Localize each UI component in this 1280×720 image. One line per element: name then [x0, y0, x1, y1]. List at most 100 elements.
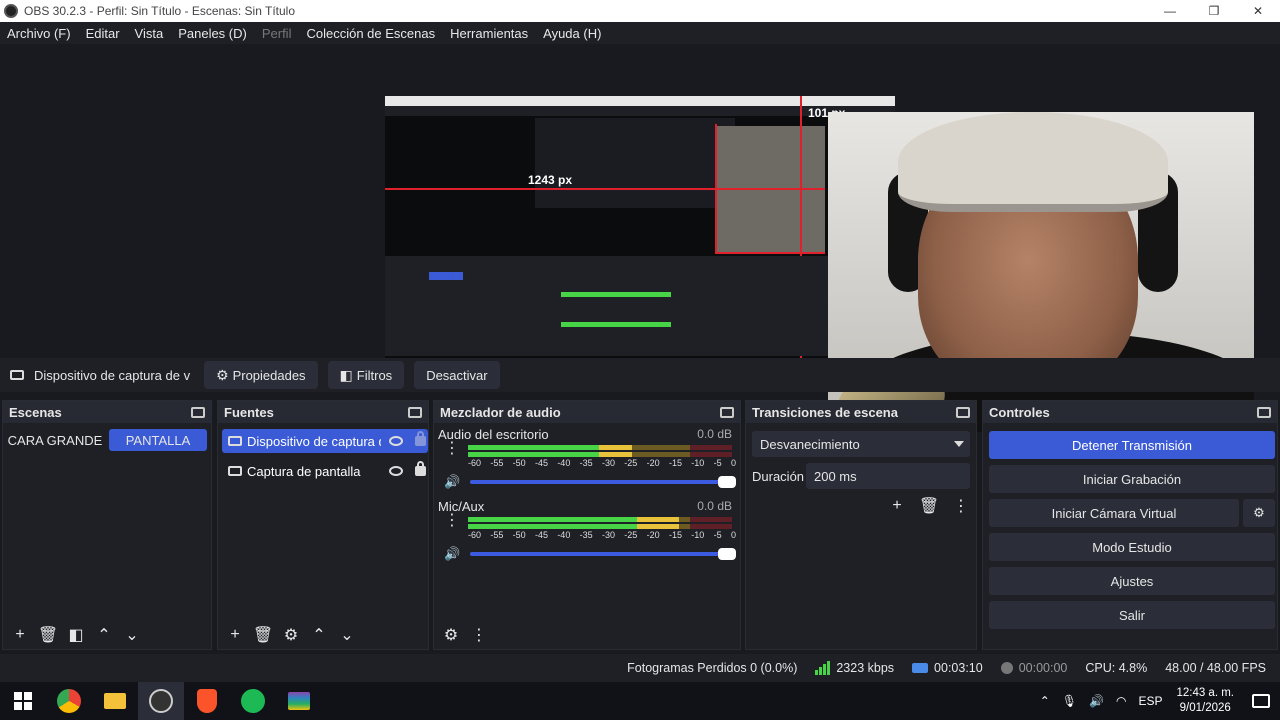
record-dot-icon — [1000, 662, 1013, 674]
speaker-icon[interactable]: 🔊 — [444, 474, 460, 489]
close-button[interactable]: ✕ — [1236, 0, 1280, 22]
menu-scene-collection[interactable]: Colección de Escenas — [306, 26, 435, 41]
menu-view[interactable]: Vista — [135, 26, 164, 41]
move-down-icon[interactable]: ⌄ — [121, 624, 143, 646]
transition-menu-icon[interactable]: ⋮ — [950, 495, 972, 517]
restore-button[interactable]: ❐ — [1192, 0, 1236, 22]
taskbar-file-explorer[interactable] — [92, 682, 138, 720]
undock-icon[interactable] — [408, 406, 422, 418]
level-fill — [468, 445, 632, 450]
settings-button[interactable]: Ajustes — [989, 567, 1275, 595]
mixer-menu-icon[interactable]: ⋮ — [468, 624, 490, 646]
move-down-icon[interactable]: ⌄ — [336, 624, 358, 646]
stop-streaming-button[interactable]: Detener Transmisión — [989, 431, 1275, 459]
meter-tick-label: -60 — [468, 530, 482, 540]
undock-icon[interactable] — [720, 406, 734, 418]
mixer-track-desktop: Audio del escritorio 0.0 dB ⋮ -60 -55 -50-… — [438, 427, 736, 497]
move-up-icon[interactable]: ⌃ — [93, 624, 115, 646]
taskbar-obs[interactable] — [138, 682, 184, 720]
properties-button[interactable]: ⚙ Propiedades — [204, 361, 318, 389]
gear-icon: ⚙ — [216, 366, 229, 383]
scene-filters-icon[interactable]: ◧ — [65, 624, 87, 646]
clock[interactable]: 12:43 a. m. 9/01/2026 — [1176, 686, 1234, 716]
meter-tick-label: -45 — [534, 530, 548, 540]
language-indicator[interactable]: ESP — [1138, 694, 1162, 708]
stream-time: 00:03:10 — [934, 661, 983, 675]
filters-button[interactable]: ◧ Filtros — [327, 361, 405, 389]
scene-pantalla[interactable]: PANTALLA — [109, 429, 207, 451]
undock-icon[interactable] — [191, 406, 205, 418]
meter-tick-label: -60 — [468, 458, 482, 468]
wifi-icon[interactable]: ◠ — [1116, 694, 1126, 708]
start-virtual-camera-button[interactable]: Iniciar Cámara Virtual — [989, 499, 1239, 527]
menu-edit[interactable]: Editar — [86, 26, 120, 41]
preview-canvas[interactable]: 1243 px 101 px 499 — [385, 96, 895, 386]
mixer-header: Mezclador de audio — [434, 401, 740, 423]
deactivate-button[interactable]: Desactivar — [414, 361, 500, 389]
menu-help[interactable]: Ayuda (H) — [543, 26, 601, 41]
visibility-eye-icon[interactable] — [389, 436, 403, 446]
undock-icon[interactable] — [956, 406, 970, 418]
menu-profile[interactable]: Perfil — [262, 26, 292, 41]
trash-icon[interactable]: 🗑 — [918, 495, 940, 517]
advanced-audio-gear-icon[interactable]: ⚙ — [440, 624, 462, 646]
meter-tick-label: -10 — [691, 458, 705, 468]
properties-label: Propiedades — [232, 367, 306, 383]
meter-tick-label: -55 — [490, 530, 504, 540]
clock-time: 12:43 a. m. — [1176, 687, 1234, 699]
exit-button[interactable]: Salir — [989, 601, 1275, 629]
menu-tools[interactable]: Herramientas — [450, 26, 528, 41]
menu-docks[interactable]: Paneles (D) — [178, 26, 247, 41]
track-menu-icon[interactable]: ⋮ — [444, 513, 460, 537]
fps-status: 48.00 / 48.00 FPS — [1165, 661, 1266, 675]
lock-icon[interactable] — [415, 461, 426, 476]
meter-tick-label: -55 — [490, 458, 504, 468]
windows-logo-icon — [14, 692, 32, 710]
transitions-header: Transiciones de escena — [746, 401, 976, 423]
duration-spinbox[interactable]: 200 ms — [806, 463, 970, 489]
virtual-camera-gear-icon[interactable]: ⚙ — [1243, 499, 1275, 527]
trash-icon[interactable]: 🗑 — [252, 624, 274, 646]
chevron-up-icon[interactable]: ⌃ — [1040, 694, 1050, 708]
start-recording-button[interactable]: Iniciar Grabación — [989, 465, 1275, 493]
source-item-video-capture[interactable]: Dispositivo de captura de v — [222, 429, 428, 453]
start-button[interactable] — [0, 682, 46, 720]
source-item-screen-capture[interactable]: Captura de pantalla — [222, 459, 428, 483]
scene-cara-grande[interactable]: CARA GRANDE — [7, 429, 103, 451]
undock-icon[interactable] — [1257, 406, 1271, 418]
taskbar-winrar[interactable] — [276, 682, 322, 720]
duration-value: 200 ms — [814, 468, 857, 484]
notifications-icon[interactable] — [1252, 694, 1270, 708]
level-fill — [468, 452, 632, 457]
scenes-header: Escenas — [3, 401, 211, 423]
volume-slider[interactable] — [470, 476, 736, 488]
gear-icon[interactable]: ⚙ — [280, 624, 302, 646]
menu-file[interactable]: Archivo (F) — [7, 26, 71, 41]
trash-icon[interactable]: 🗑 — [37, 624, 59, 646]
taskbar-brave[interactable] — [184, 682, 230, 720]
add-transition-icon[interactable]: + — [886, 495, 908, 517]
microphone-icon[interactable]: 🎙 — [1062, 694, 1077, 708]
studio-mode-button[interactable]: Modo Estudio — [989, 533, 1275, 561]
add-scene-icon[interactable]: + — [9, 624, 31, 646]
volume-icon[interactable]: 🔊 — [1089, 694, 1104, 708]
speaker-icon[interactable]: 🔊 — [444, 546, 460, 561]
level-meter — [468, 445, 732, 450]
volume-slider[interactable] — [470, 548, 736, 560]
visibility-eye-icon[interactable] — [389, 466, 403, 476]
taskbar-spotify[interactable] — [230, 682, 276, 720]
lock-icon[interactable] — [415, 431, 426, 446]
deactivate-label: Desactivar — [426, 367, 488, 383]
move-up-icon[interactable]: ⌃ — [308, 624, 330, 646]
volume-knob[interactable] — [718, 548, 736, 560]
taskbar-chrome[interactable] — [46, 682, 92, 720]
volume-knob[interactable] — [718, 476, 736, 488]
source-toolbar: Dispositivo de captura de v ⚙ Propiedade… — [0, 358, 1280, 392]
minimize-button[interactable]: — — [1148, 0, 1192, 22]
transition-select[interactable]: Desvanecimiento — [752, 431, 970, 457]
track-menu-icon[interactable]: ⋮ — [444, 441, 460, 465]
transitions-title: Transiciones de escena — [752, 404, 898, 420]
add-source-icon[interactable]: + — [224, 624, 246, 646]
bitrate-value: 2323 kbps — [836, 661, 895, 675]
preview-area[interactable]: 1243 px 101 px 499 — [0, 44, 1280, 432]
